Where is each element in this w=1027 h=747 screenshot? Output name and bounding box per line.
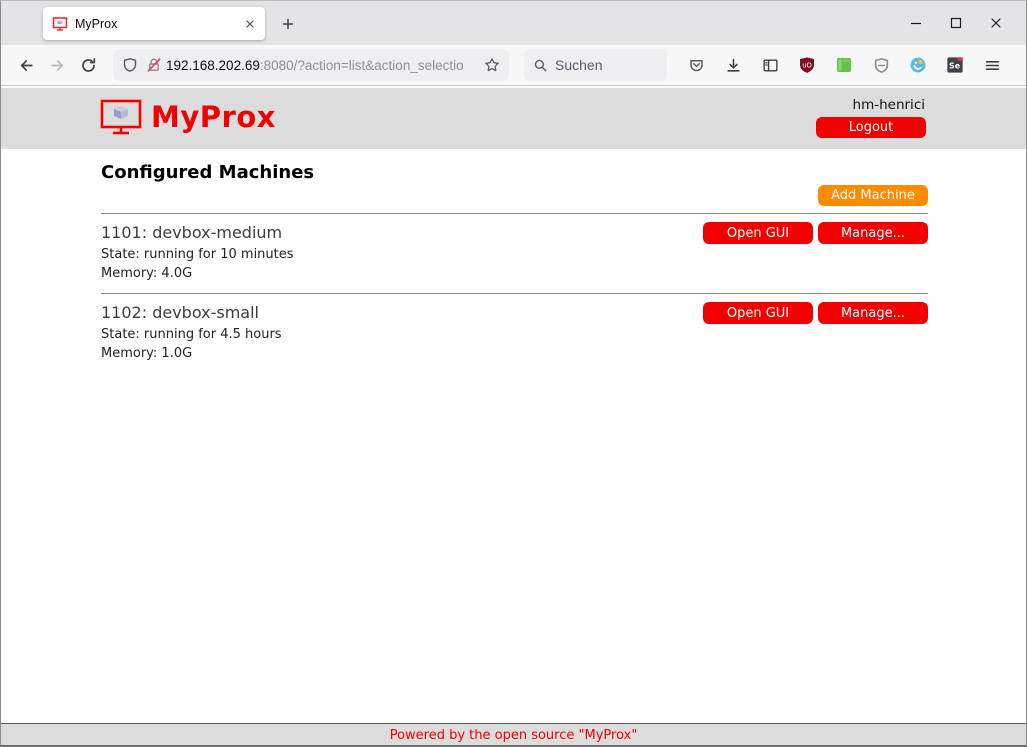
logout-button[interactable]: Logout	[816, 117, 926, 138]
container-extension-icon[interactable]	[908, 52, 928, 78]
window-controls	[896, 1, 1016, 45]
add-machine-button[interactable]: Add Machine	[818, 185, 928, 206]
page-footer: Powered by the open source "MyProx"	[1, 723, 1026, 745]
url-text[interactable]: 192.168.202.69:8080/?action=list&action_…	[166, 58, 484, 73]
page-title: Configured Machines	[101, 162, 928, 183]
search-icon	[533, 58, 548, 73]
new-tab-button[interactable]	[275, 11, 301, 37]
minimize-button[interactable]	[896, 1, 936, 45]
insecure-lock-icon[interactable]	[146, 57, 162, 73]
machine-state: State: running for 4.5 hours	[101, 325, 928, 344]
url-host: 192.168.202.69	[166, 58, 260, 73]
reload-icon[interactable]	[73, 50, 104, 80]
maximize-button[interactable]	[936, 1, 976, 45]
page-header: MyProx hm-henrici Logout	[1, 88, 1026, 149]
machine-actions: Open GUI Manage...	[703, 222, 928, 244]
main-content: Configured Machines Add Machine 1101: de…	[101, 162, 928, 373]
user-area: hm-henrici Logout	[816, 97, 926, 138]
machine-row-1101: 1101: devbox-medium State: running for 1…	[101, 213, 928, 293]
bookmark-star-icon[interactable]	[484, 57, 500, 73]
open-gui-button[interactable]: Open GUI	[703, 302, 813, 324]
manage-button[interactable]: Manage...	[818, 302, 928, 324]
brand-name: MyProx	[151, 100, 276, 134]
machine-row-1102: 1102: devbox-small State: running for 4.…	[101, 293, 928, 373]
tab-close-icon[interactable]	[244, 18, 256, 30]
search-placeholder: Suchen	[555, 57, 602, 73]
brand-home-link[interactable]: MyProx	[100, 99, 276, 135]
machine-state: State: running for 10 minutes	[101, 245, 928, 264]
machine-actions: Open GUI Manage...	[703, 302, 928, 324]
protection-shield-minus-icon[interactable]	[871, 52, 891, 78]
titlebar: MyProx	[1, 1, 1026, 45]
noscript-icon[interactable]	[834, 52, 854, 78]
selenium-ide-icon[interactable]: Se	[945, 52, 965, 78]
url-path: :8080/?action=list&action_selectio	[260, 58, 464, 73]
tracking-protection-shield-icon[interactable]	[122, 57, 138, 73]
toolbar-extensions: uO	[686, 52, 1002, 78]
close-button[interactable]	[976, 1, 1016, 45]
browser-tab[interactable]: MyProx	[43, 7, 265, 40]
machine-memory: Memory: 1.0G	[101, 344, 928, 363]
add-machine-row: Add Machine	[101, 185, 928, 206]
search-bar[interactable]: Suchen	[524, 49, 667, 81]
back-icon[interactable]	[11, 50, 42, 80]
manage-button[interactable]: Manage...	[818, 222, 928, 244]
myprox-favicon-icon	[52, 16, 68, 32]
svg-text:uO: uO	[802, 61, 812, 69]
myprox-logo-icon	[100, 99, 142, 135]
sidebar-toggle-icon[interactable]	[760, 52, 780, 78]
ublock-origin-icon[interactable]: uO	[797, 52, 817, 78]
pocket-icon[interactable]	[686, 52, 706, 78]
username-label: hm-henrici	[853, 97, 925, 113]
url-bar[interactable]: 192.168.202.69:8080/?action=list&action_…	[113, 49, 509, 81]
forward-icon[interactable]	[42, 50, 73, 80]
tab-title: MyProx	[75, 17, 244, 31]
menu-hamburger-icon[interactable]	[982, 52, 1002, 78]
browser-window: MyProx	[0, 0, 1027, 747]
open-gui-button[interactable]: Open GUI	[703, 222, 813, 244]
machine-memory: Memory: 4.0G	[101, 264, 928, 283]
downloads-icon[interactable]	[723, 52, 743, 78]
navigation-toolbar: 192.168.202.69:8080/?action=list&action_…	[1, 45, 1026, 86]
svg-text:Se: Se	[949, 62, 960, 71]
footer-text: Powered by the open source "MyProx"	[390, 728, 638, 743]
